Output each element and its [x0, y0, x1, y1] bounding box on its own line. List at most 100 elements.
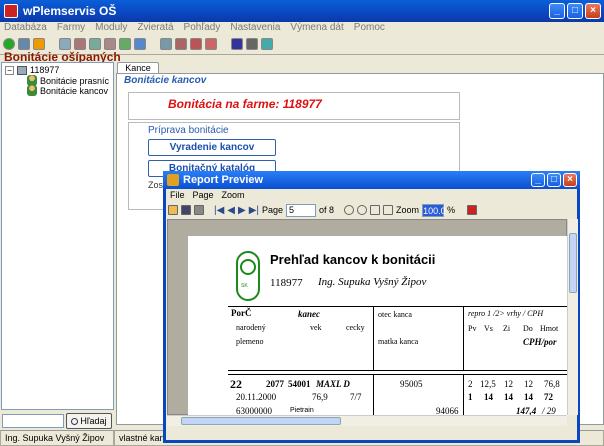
status-user: Ing. Supuka Vyšný Žipov — [0, 430, 114, 446]
tree-root-label: 118977 — [30, 65, 60, 75]
zoom-out-icon[interactable] — [357, 205, 368, 215]
zoom-in-icon[interactable] — [344, 205, 355, 215]
rp-hscroll-thumb[interactable] — [181, 417, 341, 425]
hdr-otec: otec kanca — [378, 310, 412, 319]
report-viewport: SK Prehľad kancov k bonitácii 118977 Ing… — [167, 219, 568, 416]
app-titlebar: wPlemservis OŠ _ □ × — [0, 0, 604, 22]
row-id-b: 54001 — [288, 379, 311, 389]
save-icon[interactable] — [181, 205, 191, 215]
next-page-icon[interactable]: ▶ — [238, 205, 246, 216]
rp-minimize-button[interactable]: _ — [531, 173, 545, 187]
graph-icon[interactable] — [190, 38, 202, 50]
row-vek: 76,9 — [312, 392, 328, 402]
menu-nastavenia[interactable]: Nastavenia — [230, 22, 280, 36]
tree-root[interactable]: − 118977 — [5, 65, 59, 75]
menu-vymena-dat[interactable]: Výmena dát — [290, 22, 343, 36]
search-button[interactable]: Hľadaj — [66, 413, 112, 429]
collapse-icon[interactable]: − — [5, 65, 14, 75]
fit-width-icon[interactable] — [370, 205, 381, 215]
zos-label: Zos — [148, 180, 164, 190]
hdr-hmot: Hmot — [540, 324, 559, 333]
row-porc: 22 — [230, 377, 242, 391]
grid-icon[interactable] — [160, 38, 172, 50]
check-icon[interactable] — [3, 38, 15, 50]
rp-menu-zoom[interactable]: Zoom — [222, 190, 245, 200]
rp-menu-file[interactable]: File — [170, 190, 185, 200]
first-page-icon[interactable]: |◀ — [214, 205, 224, 216]
rp-vscroll-thumb[interactable] — [569, 233, 577, 293]
print-icon[interactable] — [246, 38, 258, 50]
row-date: 20.11.2000 — [236, 392, 277, 402]
menu-pohlady[interactable]: Pohľady — [184, 22, 221, 36]
rp-menubar: File Page Zoom — [170, 190, 245, 200]
scale-icon[interactable] — [89, 38, 101, 50]
page-input[interactable] — [286, 203, 317, 217]
prev-page-icon[interactable]: ◀ — [227, 205, 235, 216]
menubar: Databáza Farmy Moduly Zvieratá Pohľady N… — [0, 22, 604, 36]
farm-icon — [17, 65, 27, 75]
row-cecky: 7/7 — [350, 392, 362, 402]
row-r1-do: 12 — [524, 379, 533, 389]
zoom-label: Zoom — [396, 205, 420, 215]
edit-icon[interactable] — [59, 38, 71, 50]
exit-icon[interactable] — [467, 205, 478, 215]
row-r2-zi: 14 — [504, 392, 513, 402]
rp-vertical-scrollbar[interactable] — [567, 219, 578, 415]
row-r2-pv: 1 — [468, 392, 473, 402]
menu-zvierata[interactable]: Zvieratá — [137, 22, 173, 36]
app-title: wPlemservis OŠ — [23, 4, 117, 18]
report-icon — [167, 174, 179, 186]
hdr-narodeny: narodený — [236, 323, 266, 332]
menu-moduly[interactable]: Moduly — [95, 22, 127, 36]
save-icon[interactable] — [231, 38, 243, 50]
chart-icon[interactable] — [104, 38, 116, 50]
calendar-icon[interactable] — [18, 38, 30, 50]
row-name: MAXL D — [316, 379, 350, 389]
pencil-icon[interactable] — [74, 38, 86, 50]
print-icon[interactable] — [194, 205, 204, 215]
report-icon[interactable] — [205, 38, 217, 50]
tree-item-bonitacie-kancov[interactable]: Bonitácie kancov — [27, 85, 108, 96]
last-page-icon[interactable]: ▶| — [249, 205, 259, 216]
hdr-porc: PorČ — [231, 308, 252, 318]
report-farm: 118977 — [270, 277, 303, 289]
hdr-vs: Vs — [484, 324, 493, 333]
row-r1-pv: 2 — [468, 379, 473, 389]
search-input[interactable] — [2, 414, 64, 428]
menu-databaza[interactable]: Databáza — [4, 22, 47, 36]
menu-pomoc[interactable]: Pomoc — [354, 22, 385, 36]
vyradenie-kancov-button[interactable]: Vyradenie kancov — [148, 139, 276, 156]
sheet-icon[interactable] — [119, 38, 131, 50]
hdr-plemeno: plemeno — [236, 337, 264, 346]
network-icon[interactable] — [261, 38, 273, 50]
hdr-kanec: kanec — [298, 309, 320, 319]
import-icon[interactable] — [175, 38, 187, 50]
app-icon — [4, 4, 18, 18]
hdr-cph: CPH/por — [523, 337, 557, 347]
rp-toolbar: |◀ ◀ ▶ ▶| Page of 8 Zoom 100.0 % — [168, 202, 578, 218]
hdr-do: Do — [523, 324, 533, 333]
report-preview-window: Report Preview _ □ × File Page Zoom |◀ ◀… — [163, 171, 580, 443]
fit-page-icon[interactable] — [383, 205, 394, 215]
rp-maximize-button[interactable]: □ — [547, 173, 561, 187]
report-preview-titlebar: Report Preview _ □ × — [163, 171, 580, 189]
hdr-cecky: cecky — [346, 323, 365, 332]
minimize-button[interactable]: _ — [549, 3, 565, 19]
hdr-pv: Pv — [468, 324, 477, 333]
rp-menu-page[interactable]: Page — [193, 190, 214, 200]
maximize-button[interactable]: □ — [567, 3, 583, 19]
open-icon[interactable] — [168, 205, 178, 215]
row-otec: 95005 — [400, 379, 423, 389]
zoom-input[interactable]: 100.0 — [422, 203, 446, 217]
hdr-zi: Zi — [503, 324, 511, 333]
star-icon[interactable] — [33, 38, 45, 50]
rp-horizontal-scrollbar[interactable] — [167, 415, 567, 426]
close-button[interactable]: × — [585, 3, 601, 19]
row-r2-vs: 14 — [484, 392, 493, 402]
window-icon[interactable] — [134, 38, 146, 50]
rp-close-button[interactable]: × — [563, 173, 577, 187]
page-label: Page — [262, 205, 284, 215]
report-preview-title: Report Preview — [183, 174, 264, 186]
row-plemeno: Pietrain — [290, 407, 314, 414]
menu-farmy[interactable]: Farmy — [57, 22, 85, 36]
